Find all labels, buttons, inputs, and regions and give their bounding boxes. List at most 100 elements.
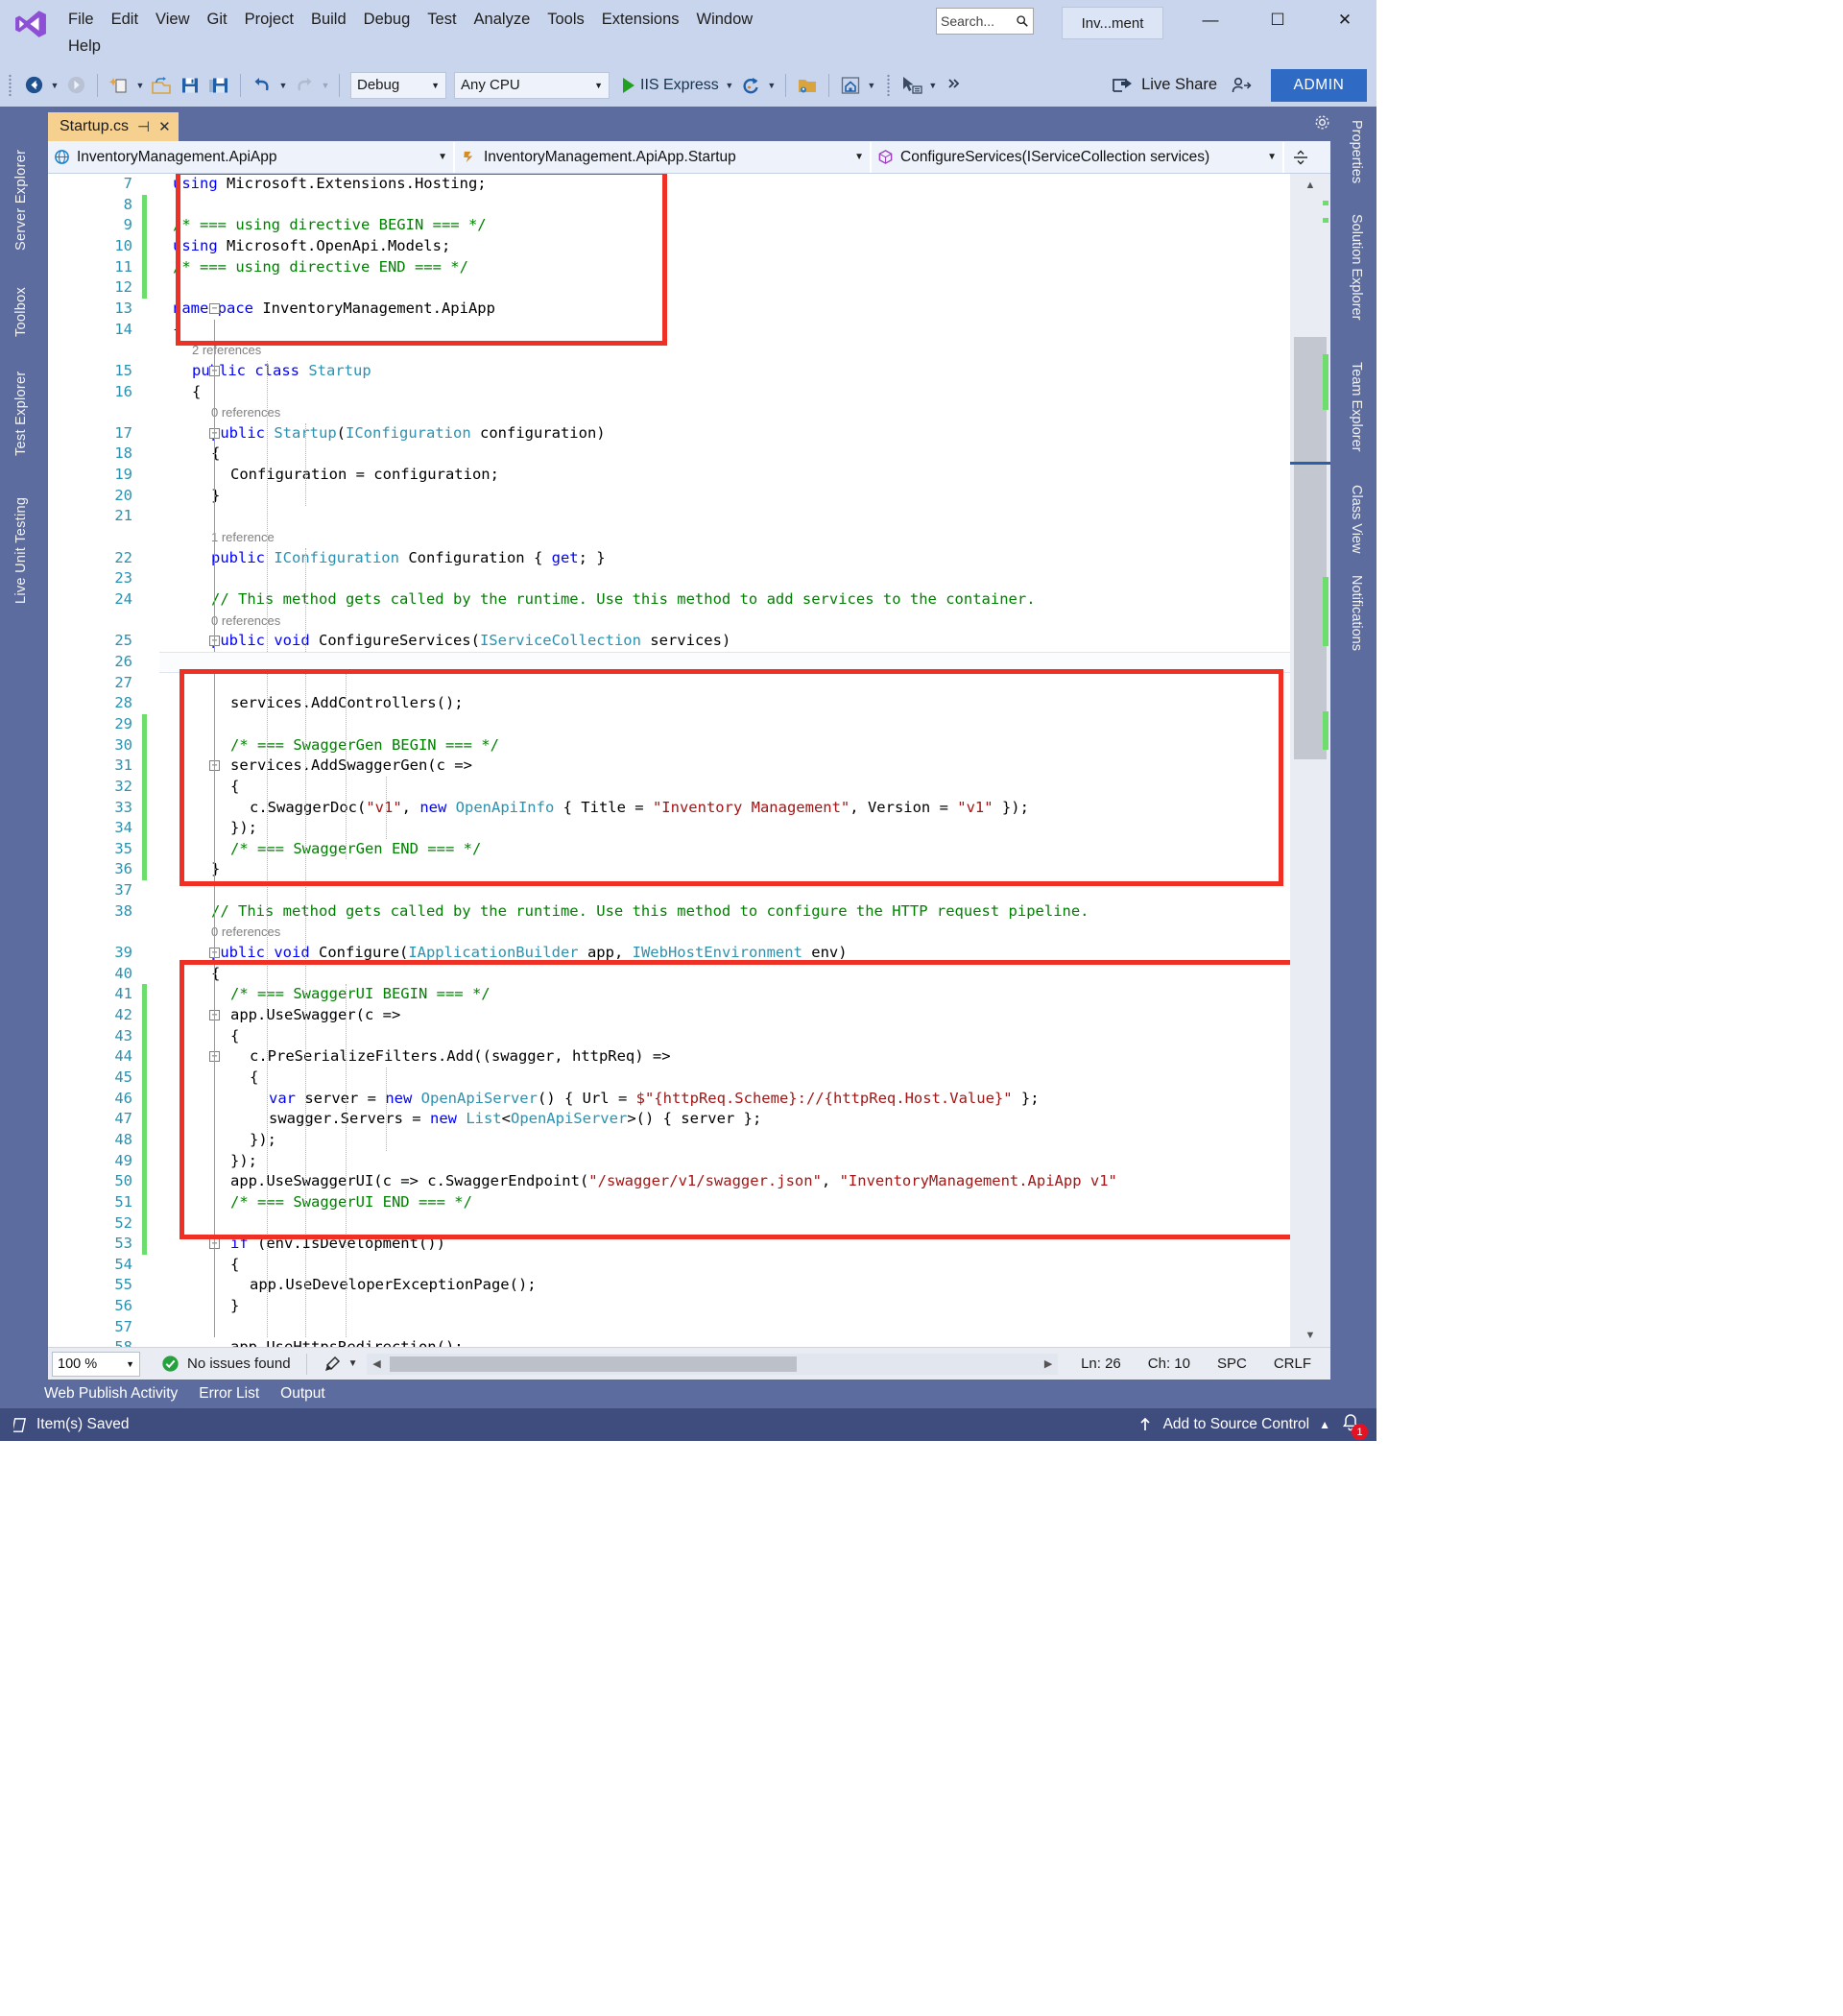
code-line[interactable]: 46 var server = new OpenApiServer() { Url… (48, 1089, 1290, 1110)
home-button[interactable] (836, 71, 865, 100)
source-control-caret[interactable]: ▲ (1319, 1418, 1330, 1431)
code-line[interactable]: 37 (48, 880, 1290, 901)
home-dropdown[interactable]: ▼ (865, 71, 878, 100)
menu-edit[interactable]: Edit (103, 7, 147, 33)
start-debug-dropdown[interactable]: ▼ (723, 71, 736, 100)
code-line[interactable]: 43 { (48, 1026, 1290, 1047)
hscrollbar-thumb[interactable] (390, 1356, 798, 1372)
toolbar-overflow-button[interactable] (940, 71, 969, 100)
code-line[interactable]: 48}); (48, 1130, 1290, 1151)
navbar-type-dropdown[interactable]: InventoryManagement.ApiApp.Startup ▼ (455, 141, 872, 173)
undo-dropdown[interactable]: ▼ (276, 71, 290, 100)
code-line[interactable]: 18 { (48, 444, 1290, 465)
navbar-member-dropdown[interactable]: ConfigureServices(IServiceCollection ser… (872, 141, 1284, 173)
codelens-reference-count[interactable]: 0 references (48, 611, 1290, 632)
chevron-down-icon[interactable]: ▼ (348, 1358, 358, 1369)
scroll-up-button[interactable]: ▲ (1290, 174, 1330, 197)
code-line[interactable]: 12 (48, 277, 1290, 299)
code-line[interactable]: 27 (48, 673, 1290, 694)
code-lines-container[interactable]: 7 using Microsoft.Extensions.Hosting; 8 9 /*… (48, 174, 1290, 1347)
code-line[interactable]: 40 { (48, 964, 1290, 985)
sidebar-item-class-view[interactable]: Class View (1336, 479, 1376, 564)
code-line[interactable]: 52 (48, 1213, 1290, 1235)
navigate-back-button[interactable] (19, 71, 48, 100)
hot-reload-dropdown[interactable]: ▼ (765, 71, 778, 100)
code-line[interactable]: 28 services.AddControllers(); (48, 693, 1290, 714)
code-cleanup-button[interactable]: ▼ (323, 1355, 358, 1374)
code-line[interactable]: 14 { (48, 320, 1290, 341)
code-line[interactable]: 44 c.PreSerializeFilters.Add((swagger, ht… (48, 1046, 1290, 1068)
code-line[interactable]: 32 { (48, 777, 1290, 798)
code-line[interactable]: 38 // This method gets called by the runt… (48, 901, 1290, 923)
code-line[interactable]: 47 swagger.Servers = new List<OpenApiServ… (48, 1109, 1290, 1130)
toolbar-grip-2[interactable] (884, 73, 894, 98)
menu-test[interactable]: Test (419, 7, 465, 33)
code-line[interactable]: 20} (48, 486, 1290, 507)
sidebar-item-solution-explorer[interactable]: Solution Explorer (1336, 208, 1376, 350)
code-line[interactable]: 45 { (48, 1068, 1290, 1089)
search-input[interactable]: Search... (936, 8, 1034, 35)
tab-output[interactable]: Output (270, 1385, 336, 1403)
scroll-left-button[interactable]: ◀ (367, 1357, 386, 1370)
folder-button[interactable] (793, 71, 822, 100)
tab-error-list[interactable]: Error List (188, 1385, 270, 1403)
code-line[interactable]: 9 /* === using directive BEGIN === */ (48, 215, 1290, 236)
editor-vertical-scrollbar[interactable]: ▲ ▼ (1290, 174, 1330, 1347)
save-button[interactable] (176, 71, 204, 100)
code-line[interactable]: 22 public IConfiguration Configuration { … (48, 548, 1290, 569)
sidebar-item-notifications[interactable]: Notifications (1336, 569, 1376, 671)
code-line[interactable]: 21 (48, 506, 1290, 527)
code-line[interactable]: 39 public void Configure(IApplicationBuil… (48, 943, 1290, 964)
code-line[interactable]: 41 /* === SwaggerUI BEGIN === */ (48, 984, 1290, 1005)
code-line[interactable]: 55 app.UseDeveloperExceptionPage(); (48, 1275, 1290, 1296)
code-line[interactable]: 13 namespace InventoryManagement.ApiApp (48, 299, 1290, 320)
select-element-dropdown[interactable]: ▼ (926, 71, 940, 100)
menu-view[interactable]: View (147, 7, 198, 33)
code-line[interactable]: 31 services.AddSwaggerGen(c => (48, 756, 1290, 777)
code-line[interactable]: 35 /* === SwaggerGen END === */ (48, 839, 1290, 860)
sidebar-item-server-explorer[interactable]: Server Explorer (0, 114, 42, 256)
code-line[interactable]: 50 app.UseSwaggerUI(c => c.SwaggerEndpoin… (48, 1171, 1290, 1192)
sidebar-item-properties[interactable]: Properties (1336, 114, 1376, 203)
menu-file[interactable]: File (60, 7, 103, 33)
menu-analyze[interactable]: Analyze (466, 7, 539, 33)
code-line[interactable]: 29 (48, 714, 1290, 735)
add-to-source-control-label[interactable]: Add to Source Control (1163, 1416, 1310, 1433)
scrollbar-thumb[interactable] (1294, 337, 1327, 759)
save-all-button[interactable] (204, 71, 233, 100)
code-line[interactable]: 17 public Startup(IConfiguration configur… (48, 423, 1290, 444)
minimize-button[interactable]: — (1188, 4, 1233, 36)
collapse-outline-toggle[interactable]: − (209, 302, 220, 314)
open-file-button[interactable] (147, 71, 176, 100)
notifications-button[interactable]: 1 (1340, 1412, 1368, 1440)
toolbar-grip[interactable] (6, 73, 15, 98)
tab-startup-cs[interactable]: Startup.cs ⊣ ✕ (48, 112, 179, 141)
code-line[interactable]: 11 /* === using directive END === */ (48, 257, 1290, 278)
maximize-button[interactable]: ☐ (1256, 4, 1300, 36)
select-element-button[interactable] (898, 71, 926, 100)
code-line[interactable]: 15 public class Startup (48, 361, 1290, 382)
codelens-reference-count[interactable]: 0 references (48, 402, 1290, 423)
menu-help[interactable]: Help (60, 34, 109, 60)
issues-indicator[interactable]: No issues found (161, 1355, 291, 1373)
code-line[interactable]: 57 (48, 1317, 1290, 1338)
code-editor[interactable]: 7 using Microsoft.Extensions.Hosting; 8 9 /*… (48, 174, 1330, 1347)
navigate-forward-button[interactable] (61, 71, 90, 100)
code-line[interactable]: 23 (48, 568, 1290, 589)
hot-reload-button[interactable] (736, 71, 765, 100)
scroll-right-button[interactable]: ▶ (1039, 1357, 1058, 1370)
redo-button[interactable] (290, 71, 319, 100)
code-line[interactable]: 34}); (48, 818, 1290, 839)
editor-horizontal-scrollbar[interactable]: ◀ ▶ (367, 1353, 1059, 1375)
code-line[interactable]: 51/* === SwaggerUI END === */ (48, 1192, 1290, 1213)
menu-debug[interactable]: Debug (355, 7, 419, 33)
codelens-reference-count[interactable]: 0 references (48, 922, 1290, 943)
code-line[interactable]: 58 app.UseHttpsRedirection(); (48, 1337, 1290, 1347)
close-button[interactable]: ✕ (1323, 4, 1367, 36)
code-line[interactable]: 25 public void ConfigureServices(IService… (48, 631, 1290, 652)
code-line[interactable]: 36} (48, 859, 1290, 880)
scroll-down-button[interactable]: ▼ (1290, 1324, 1330, 1347)
codelens-reference-count[interactable]: 2 references (48, 340, 1290, 361)
zoom-level-combo[interactable]: 100 % ▼ (52, 1351, 140, 1377)
menu-build[interactable]: Build (302, 7, 355, 33)
